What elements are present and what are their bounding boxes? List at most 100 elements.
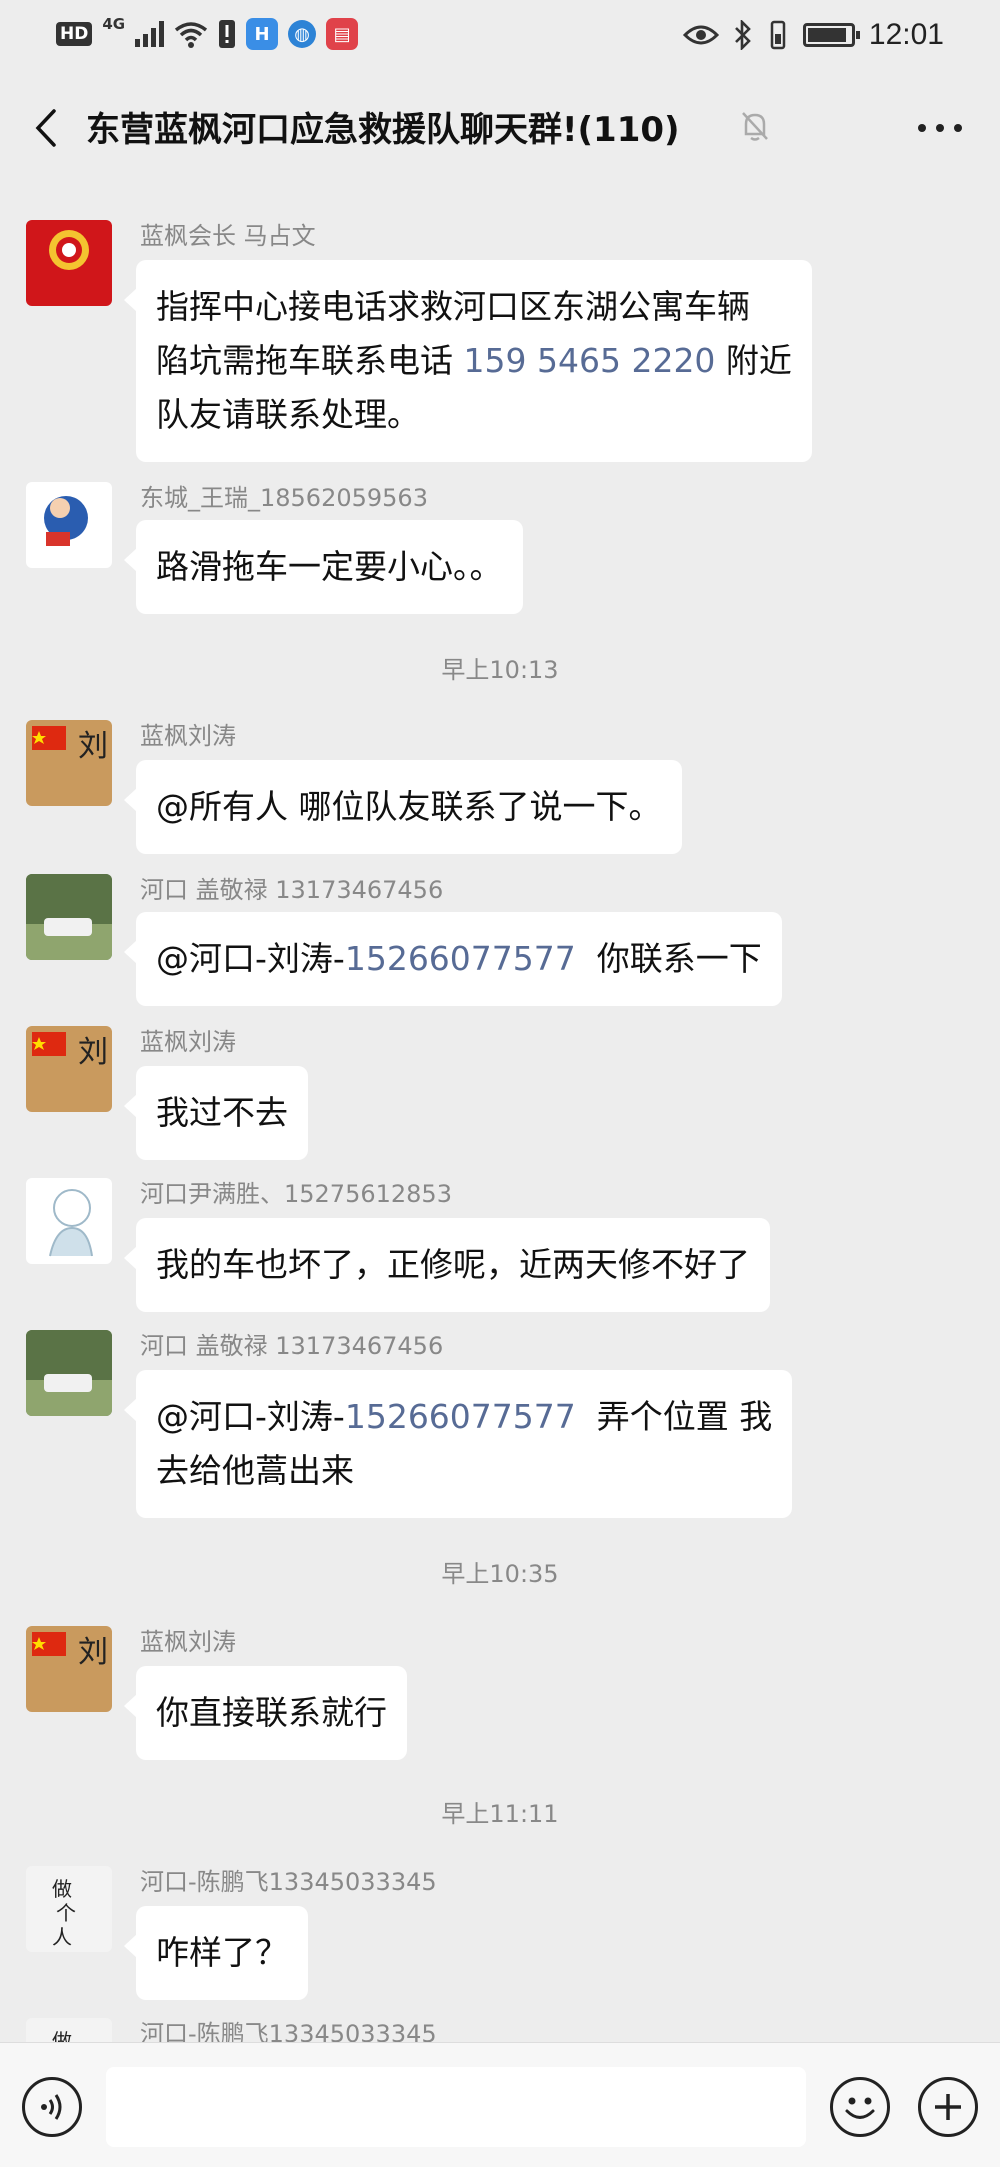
svg-text:人: 人 <box>52 1925 72 1949</box>
message-text: 弄个位置 我 <box>575 1397 773 1436</box>
message-text: @河口-刘涛- <box>156 1397 345 1436</box>
sender-name: 河口-陈鹏飞13345033345 <box>140 2020 437 2042</box>
message-line: @河口-刘涛-15266077577 你联系一下 <box>156 932 762 986</box>
timestamp: 早上10:13 <box>441 656 559 684</box>
status-bar: HD 4G H ◍ ▤ 12:01 <box>0 0 1000 76</box>
message-line: 咋样了？ <box>156 1926 288 1980</box>
avatar[interactable] <box>26 874 112 960</box>
message-bubble[interactable]: 路滑拖车一定要小心。。 <box>124 520 523 614</box>
flag-avatar-icon: 刘 <box>32 1032 108 1070</box>
svg-text:做: 做 <box>52 2029 72 2042</box>
message-line: 我的车也坏了，正修呢，近两天修不好了 <box>156 1238 750 1292</box>
flag-avatar-icon: 刘 <box>32 726 108 764</box>
message-text: @河口-刘涛- <box>156 939 345 978</box>
avatar[interactable]: 做个人 <box>26 1866 112 1952</box>
smiley-icon <box>845 2097 875 2119</box>
signal-icon <box>135 21 165 47</box>
message-text: 我的车也坏了，正修呢，近两天修不好了 <box>156 1245 750 1284</box>
avatar[interactable]: 刘 <box>26 1026 112 1112</box>
more-functions-button[interactable] <box>918 2077 978 2137</box>
message-line: @所有人 哪位队友联系了说一下。 <box>156 780 662 834</box>
phone-link[interactable]: 159 5465 2220 <box>464 341 716 380</box>
calligraphy-avatar-icon: 做个人 <box>52 1877 76 1949</box>
svg-text:刘: 刘 <box>78 1035 108 1070</box>
back-button[interactable] <box>22 98 70 158</box>
notification-app-icon-red: ▤ <box>326 18 359 50</box>
avatar[interactable] <box>26 482 112 568</box>
message-line: 我过不去 <box>156 1086 288 1140</box>
sender-name: 河口尹满胜、15275612853 <box>140 1180 452 1208</box>
avatar[interactable] <box>26 1178 112 1264</box>
chat-title: 东营蓝枫河口应急救援队聊天群!(110) <box>86 110 680 150</box>
vibrate-icon <box>770 20 786 50</box>
message-text: 队友请联系处理。 <box>156 395 420 434</box>
sender-name: 蓝枫刘涛 <box>140 722 236 750</box>
mute-bell-icon <box>742 112 768 141</box>
sender-name: 东城_王瑞_18562059563 <box>140 484 428 512</box>
car-photo-avatar-icon <box>26 1330 112 1416</box>
message-bubble[interactable]: @河口-刘涛-15266077577 你联系一下 <box>124 912 782 1006</box>
message-bubble[interactable]: 我的车也坏了，正修呢，近两天修不好了 <box>124 1218 770 1312</box>
avatar[interactable]: 刘 <box>26 1626 112 1712</box>
message-text: 指挥中心接电话求救河口区东湖公寓车辆 <box>156 287 750 326</box>
message-line: 陷坑需拖车联系电话 159 5465 2220 附近 <box>156 334 792 388</box>
message-bubble[interactable]: 咋样了？ <box>124 1906 308 2000</box>
sender-name: 河口 盖敬禄 13173467456 <box>140 876 444 904</box>
voice-icon <box>41 2094 62 2120</box>
message-input-bar <box>0 2042 1000 2167</box>
svg-text:刘: 刘 <box>78 729 108 764</box>
message-text: 我过不去 <box>156 1093 288 1132</box>
emoji-button[interactable] <box>830 2077 890 2137</box>
chevron-left-icon <box>35 109 56 147</box>
message-text: 你直接联系就行 <box>156 1693 387 1732</box>
cartoon-avatar-icon <box>44 496 88 546</box>
message-text: 咋样了？ <box>156 1933 288 1972</box>
sender-name: 河口 盖敬禄 13173467456 <box>140 1332 444 1360</box>
svg-text:个: 个 <box>56 1901 76 1925</box>
notification-app-icon-globe: ◍ <box>288 20 317 48</box>
status-right: 12:01 <box>682 18 944 52</box>
timestamp: 早上11:11 <box>441 1800 559 1828</box>
message-text: 你联系一下 <box>575 939 762 978</box>
plus-icon <box>935 2094 961 2120</box>
message-line: 指挥中心接电话求救河口区东湖公寓车辆 <box>156 280 792 334</box>
chat-message-list[interactable]: 蓝枫会长 马占文 指挥中心接电话求救河口区东湖公寓车辆 陷坑需拖车联系电话 159… <box>0 180 1000 2042</box>
phone-link[interactable]: 15266077577 <box>345 939 576 978</box>
car-photo-avatar-icon <box>26 874 112 960</box>
chat-header: 东营蓝枫河口应急救援队聊天群!(110) <box>0 76 1000 180</box>
message-bubble[interactable]: 指挥中心接电话求救河口区东湖公寓车辆 陷坑需拖车联系电话 159 5465 222… <box>124 260 812 462</box>
message-text: 路滑拖车一定要小心。。 <box>156 547 503 586</box>
message-text: 去给他蒿出来 <box>156 1451 354 1490</box>
message-line: 你直接联系就行 <box>156 1686 387 1740</box>
battery-icon <box>802 23 860 47</box>
status-left: HD 4G H ◍ ▤ <box>56 15 359 50</box>
more-options-button[interactable] <box>910 102 970 154</box>
wifi-icon <box>175 22 208 48</box>
sender-name: 河口-陈鹏飞13345033345 <box>140 1868 437 1896</box>
message-text: 陷坑需拖车联系电话 <box>156 341 464 380</box>
alert-icon <box>219 20 236 48</box>
timestamp: 早上10:35 <box>441 1560 559 1588</box>
message-line: 路滑拖车一定要小心。。 <box>156 540 503 594</box>
svg-text:做: 做 <box>52 1877 72 1901</box>
message-bubble[interactable]: @河口-刘涛-15266077577 弄个位置 我去给他蒿出来 <box>123 1370 793 1518</box>
message-bubble[interactable]: @所有人 哪位队友联系了说一下。 <box>124 760 682 854</box>
avatar[interactable] <box>26 1330 112 1416</box>
sender-name: 蓝枫刘涛 <box>140 1628 236 1656</box>
message-bubble[interactable]: 你直接联系就行 <box>124 1666 407 1760</box>
avatar[interactable]: 做 <box>26 2018 112 2042</box>
calligraphy-avatar-icon: 做 <box>52 2029 72 2042</box>
sketch-avatar-icon <box>49 1189 93 1257</box>
phone-link[interactable]: 15266077577 <box>345 1397 576 1436</box>
voice-input-button[interactable] <box>22 2077 82 2137</box>
sender-name: 蓝枫刘涛 <box>140 1028 236 1056</box>
message-text-input[interactable] <box>106 2067 806 2147</box>
avatar[interactable]: 刘 <box>26 720 112 806</box>
avatar[interactable] <box>26 220 112 306</box>
svg-text:刘: 刘 <box>78 1635 108 1670</box>
flag-avatar-icon: 刘 <box>32 1632 108 1670</box>
message-bubble[interactable]: 我过不去 <box>124 1066 308 1160</box>
eye-icon <box>682 25 719 45</box>
message-line: 队友请联系处理。 <box>156 388 792 442</box>
sender-name: 蓝枫会长 马占文 <box>140 222 316 250</box>
